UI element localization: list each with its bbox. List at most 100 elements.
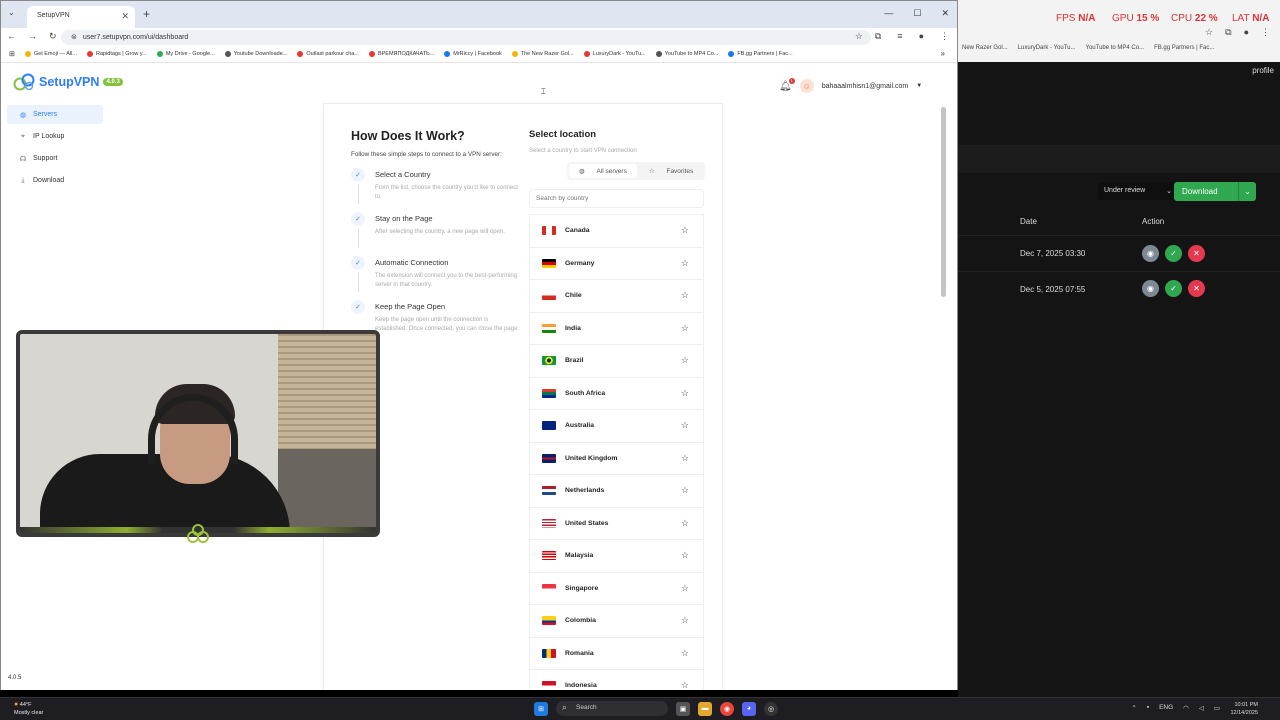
country-row[interactable]: Indonesia ☆: [530, 670, 703, 690]
favorite-star-icon[interactable]: ☆: [681, 355, 689, 366]
notification-bell-icon[interactable]: 🔔︎ 1: [779, 77, 795, 92]
country-row[interactable]: Colombia ☆: [530, 605, 703, 638]
country-row[interactable]: Netherlands ☆: [530, 475, 703, 508]
profile-icon[interactable]: ●: [919, 31, 924, 42]
bookmark-star-icon[interactable]: ☆: [855, 31, 863, 42]
back-icon[interactable]: ←: [7, 31, 16, 42]
weather-widget[interactable]: ● 44°F Mostly clear: [14, 700, 43, 717]
favorite-star-icon[interactable]: ☆: [681, 420, 689, 431]
download-button[interactable]: Download ⌄: [1174, 182, 1256, 201]
bookmark-item[interactable]: MrRiccy | Facebook: [444, 50, 502, 58]
sidebar-item-servers[interactable]: ◍ Servers: [7, 105, 103, 124]
country-row[interactable]: Malaysia ☆: [530, 540, 703, 573]
view-icon[interactable]: ◉: [1142, 245, 1159, 262]
bookmark-item[interactable]: Youtube Downloade...: [224, 50, 287, 58]
country-row[interactable]: Singapore ☆: [530, 573, 703, 605]
bookmark-item[interactable]: ВРЕМЯПОДКАЧАТЬ...: [368, 50, 434, 58]
windows-start-icon[interactable]: ⊞: [534, 701, 548, 716]
tab-search-icon[interactable]: ⌄: [8, 8, 15, 17]
favorite-star-icon[interactable]: ☆: [681, 290, 689, 301]
user-email[interactable]: bahaaalmhisn1@gmail.com: [822, 83, 908, 90]
minimize-icon[interactable]: —: [884, 8, 893, 19]
country-row[interactable]: Germany ☆: [530, 248, 703, 280]
favorite-star-icon[interactable]: ☆: [681, 680, 689, 690]
sidebar-item-download[interactable]: ⤓ Download: [7, 171, 103, 190]
favorite-star-icon[interactable]: ☆: [681, 388, 689, 399]
chrome-icon[interactable]: ◉: [720, 701, 734, 716]
apps-icon[interactable]: ⊞: [9, 50, 15, 58]
favorite-star-icon[interactable]: ☆: [681, 323, 689, 334]
favorite-star-icon[interactable]: ☆: [681, 615, 689, 626]
favorite-star-icon[interactable]: ☆: [681, 258, 689, 269]
reject-icon[interactable]: ✕: [1188, 245, 1205, 262]
tab-favorites[interactable]: ☆ Favorites: [639, 164, 703, 178]
sidebar-item-ip-lookup[interactable]: ⌖ IP Lookup: [7, 127, 103, 146]
more-bookmarks-icon[interactable]: »: [941, 49, 945, 58]
obs-icon[interactable]: ◎: [764, 701, 778, 716]
bookmark-item[interactable]: My Drive - Google...: [156, 50, 215, 58]
favorite-star-icon[interactable]: ☆: [681, 225, 689, 236]
bookmark-item[interactable]: YouTube to MP4 Co...: [655, 50, 718, 58]
taskbar-search[interactable]: Search: [556, 701, 668, 716]
battery-icon[interactable]: ▭: [1214, 704, 1220, 712]
task-view-icon[interactable]: ▣: [676, 701, 690, 716]
favorite-star-icon[interactable]: ☆: [681, 583, 689, 594]
bookmark[interactable]: FB.gg Partners | Fac...: [1154, 45, 1214, 51]
brand-logo[interactable]: SetupVPN 4.0.3: [13, 73, 123, 91]
address-input[interactable]: ⊜ user7.setupvpn.com/ui/dashboard ☆: [61, 30, 871, 45]
extensions-icon[interactable]: ⧉: [875, 31, 881, 42]
maximize-icon[interactable]: ☐: [913, 8, 921, 19]
bookmark-item[interactable]: FB.gg Partners | Fac...: [728, 50, 793, 58]
view-icon[interactable]: ◉: [1142, 280, 1159, 297]
page-scrollbar[interactable]: [941, 107, 946, 297]
country-row[interactable]: United Kingdom ☆: [530, 443, 703, 475]
caret-down-icon[interactable]: ▼: [916, 83, 922, 89]
bookmark[interactable]: New Razer Gol...: [962, 45, 1008, 51]
tray-chevron-icon[interactable]: ⌃: [1131, 704, 1136, 712]
country-row[interactable]: Brazil ☆: [530, 345, 703, 378]
favorite-star-icon[interactable]: ☆: [681, 648, 689, 659]
country-search-input[interactable]: [529, 189, 704, 208]
profile-link[interactable]: profile: [1252, 66, 1274, 75]
avatar[interactable]: ☺: [799, 79, 814, 93]
reject-icon[interactable]: ✕: [1188, 280, 1205, 297]
favorite-star-icon[interactable]: ☆: [681, 550, 689, 561]
file-explorer-icon[interactable]: ▬: [698, 701, 712, 716]
bookmark[interactable]: YouTube to MP4 Co...: [1086, 45, 1145, 51]
favorite-star-icon[interactable]: ☆: [681, 485, 689, 496]
volume-icon[interactable]: ◁: [1199, 704, 1204, 712]
close-window-icon[interactable]: ✕: [941, 8, 949, 19]
favorite-star-icon[interactable]: ☆: [681, 518, 689, 529]
profile-icon[interactable]: ●: [1244, 27, 1249, 38]
approve-icon[interactable]: ✓: [1165, 245, 1182, 262]
sidebar-item-support[interactable]: ☊ Support: [7, 149, 103, 168]
country-row[interactable]: South Africa ☆: [530, 378, 703, 410]
menu-icon[interactable]: ⋮: [1261, 27, 1270, 38]
bookmark-item[interactable]: Outlast parkour cha...: [297, 50, 359, 58]
new-tab-icon[interactable]: +: [143, 7, 150, 21]
extensions-icon[interactable]: ⧉: [1225, 27, 1231, 38]
clock[interactable]: 10:01 PM 12/14/2025: [1230, 701, 1258, 718]
country-row[interactable]: India ☆: [530, 313, 703, 345]
forward-icon[interactable]: →: [28, 31, 37, 42]
bookmark-item[interactable]: Get Emoji — All...: [24, 50, 77, 58]
media-icon[interactable]: ≡: [897, 31, 902, 42]
star-icon[interactable]: ☆: [1205, 27, 1213, 38]
tray-app-icon[interactable]: ▪: [1147, 704, 1149, 712]
bookmark-item[interactable]: The New Razer Gol...: [511, 50, 574, 58]
discord-icon[interactable]: ◕: [742, 701, 756, 716]
reload-icon[interactable]: ↻: [49, 31, 57, 42]
bookmark-item[interactable]: LuxuryDark - YouTu...: [583, 50, 646, 58]
bookmark-item[interactable]: Rapidtags | Grow y...: [86, 50, 147, 58]
chevron-down-icon[interactable]: ⌄: [1238, 182, 1256, 201]
approve-icon[interactable]: ✓: [1165, 280, 1182, 297]
menu-icon[interactable]: ⋮: [940, 31, 949, 42]
country-row[interactable]: Australia ☆: [530, 410, 703, 443]
wifi-icon[interactable]: ◠: [1183, 704, 1189, 712]
close-icon[interactable]: ✕: [121, 11, 129, 22]
language-indicator[interactable]: ENG: [1159, 704, 1173, 712]
status-filter-select[interactable]: Under review ⌄: [1098, 182, 1178, 200]
bookmark[interactable]: LuxuryDark - YouTu...: [1018, 45, 1076, 51]
country-row[interactable]: Romania ☆: [530, 638, 703, 670]
country-row[interactable]: United States ☆: [530, 508, 703, 540]
